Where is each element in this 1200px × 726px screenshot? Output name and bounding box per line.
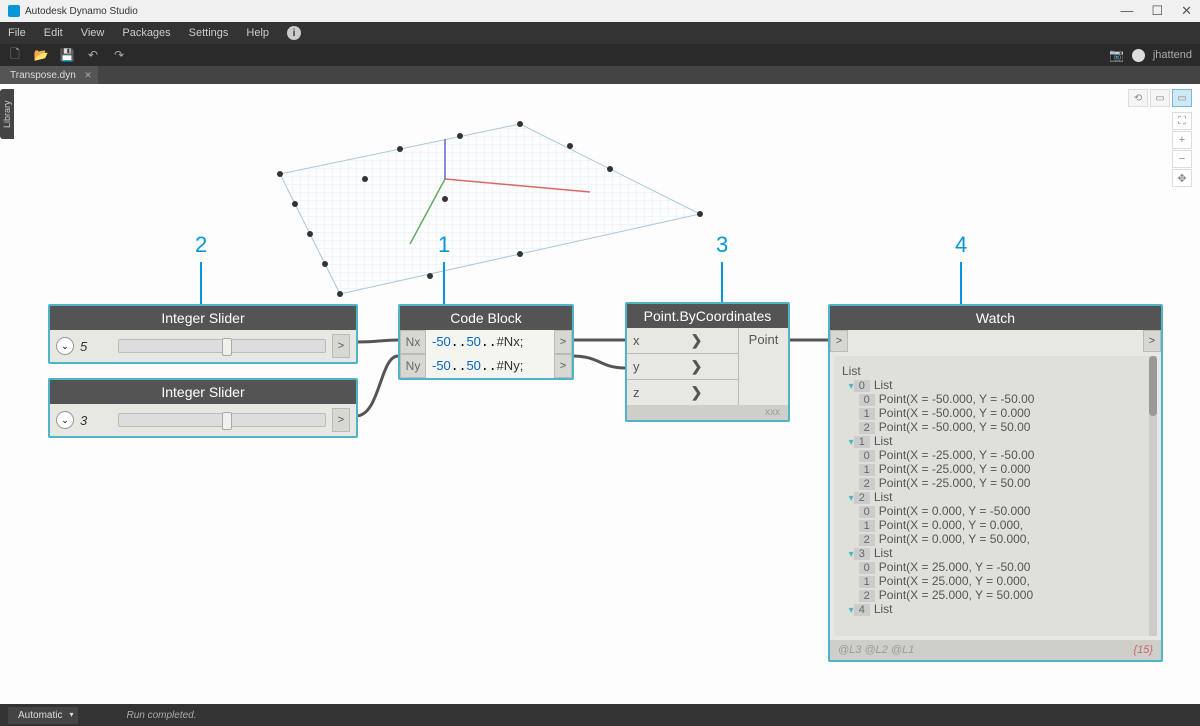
node-header: Point.ByCoordinates [627, 304, 788, 328]
output-port[interactable]: > [1143, 330, 1161, 352]
graph-view-icon[interactable]: ▭ [1150, 89, 1170, 107]
annotation-2: 2 [195, 232, 207, 304]
fit-view-icon[interactable]: ⛶ [1172, 112, 1192, 130]
close-button[interactable]: ✕ [1181, 3, 1192, 19]
input-port-nx[interactable]: Nx [400, 330, 426, 354]
3d-preview-grid [260, 104, 710, 304]
output-port[interactable]: > [554, 354, 572, 378]
menu-settings[interactable]: Settings [189, 27, 229, 39]
pan-icon[interactable]: ✥ [1172, 169, 1192, 187]
viewport-mode-controls: ⟲ ▭ ▭ [1128, 89, 1192, 107]
app-title: Autodesk Dynamo Studio [25, 6, 138, 17]
code-line-1[interactable]: -50..50..#Nx; [426, 330, 554, 354]
annotation-4: 4 [955, 232, 967, 312]
workspace-canvas[interactable]: Library ⟲ ▭ ▭ ⛶ + − ✥ 2 1 3 4 [0, 84, 1200, 704]
watch-output-list[interactable]: List ▾0List 0Point(X = -50.000, Y = -50.… [834, 356, 1157, 636]
annotation-3: 3 [716, 232, 728, 304]
tab-close-icon[interactable]: ✕ [84, 70, 92, 81]
lacing-icon[interactable]: ❯ [655, 328, 738, 353]
menu-packages[interactable]: Packages [122, 27, 170, 39]
lacing-indicator: xxx [627, 405, 788, 420]
node-code-block[interactable]: Code Block Nx -50..50..#Nx; > Ny -50..50… [398, 304, 574, 380]
input-port-ny[interactable]: Ny [400, 354, 426, 378]
zoom-in-icon[interactable]: + [1172, 131, 1192, 149]
status-message: Run completed. [126, 710, 196, 721]
expand-toggle-icon[interactable]: ⌄ [56, 337, 74, 355]
menu-file[interactable]: File [8, 27, 26, 39]
output-port[interactable]: > [554, 330, 572, 354]
link-view-icon[interactable]: ⟲ [1128, 89, 1148, 107]
node-integer-slider-2[interactable]: Integer Slider ⌄ 3 > [48, 378, 358, 438]
toolbar: 🗋 📂 💾 ↶ ↷ 📷 jhattend [0, 44, 1200, 66]
library-label: Library [2, 100, 12, 128]
input-port-y[interactable]: y [627, 355, 655, 378]
output-port-point[interactable]: Point [738, 328, 788, 405]
node-integer-slider-1[interactable]: Integer Slider ⌄ 5 > [48, 304, 358, 364]
undo-icon[interactable]: ↶ [86, 48, 100, 62]
menu-help[interactable]: Help [246, 27, 269, 39]
camera-icon[interactable]: 📷 [1110, 48, 1124, 62]
library-panel-toggle[interactable]: Library [0, 89, 14, 139]
redo-icon[interactable]: ↷ [112, 48, 126, 62]
lacing-icon[interactable]: ❯ [655, 380, 738, 405]
menu-bar: File Edit View Packages Settings Help i [0, 22, 1200, 44]
info-icon[interactable]: i [287, 26, 301, 40]
maximize-button[interactable]: ☐ [1151, 3, 1163, 19]
annotation-1: 1 [438, 232, 450, 304]
watch-count: {15} [1133, 644, 1153, 656]
minimize-button[interactable]: — [1120, 3, 1133, 19]
code-line-2[interactable]: -50..50..#Ny; [426, 354, 554, 378]
node-header: Integer Slider [50, 380, 356, 404]
output-port[interactable]: > [332, 334, 350, 358]
user-avatar-icon[interactable] [1132, 49, 1145, 62]
input-port-z[interactable]: z [627, 381, 655, 404]
menu-edit[interactable]: Edit [44, 27, 63, 39]
open-file-icon[interactable]: 📂 [34, 48, 48, 62]
user-name[interactable]: jhattend [1153, 49, 1192, 61]
node-header: Code Block [400, 306, 572, 330]
zoom-out-icon[interactable]: − [1172, 150, 1192, 168]
node-header: Watch [830, 306, 1161, 330]
document-tab[interactable]: Transpose.dyn ✕ [0, 66, 98, 84]
status-bar: Automatic Run completed. [0, 704, 1200, 726]
slider-value: 3 [80, 413, 112, 428]
expand-toggle-icon[interactable]: ⌄ [56, 411, 74, 429]
node-watch[interactable]: Watch > > List ▾0List 0Point(X = -50.000… [828, 304, 1163, 662]
app-logo-icon [8, 5, 20, 17]
viewport-nav-controls: ⛶ + − ✥ [1172, 112, 1192, 187]
slider-track[interactable] [118, 339, 326, 353]
document-tab-label: Transpose.dyn [10, 70, 76, 81]
input-port[interactable]: > [830, 330, 848, 352]
output-port[interactable]: > [332, 408, 350, 432]
node-point-by-coordinates[interactable]: Point.ByCoordinates x❯ y❯ z❯ Point xxx [625, 302, 790, 422]
menu-view[interactable]: View [81, 27, 105, 39]
slider-value: 5 [80, 339, 112, 354]
scrollbar[interactable] [1149, 356, 1157, 636]
watch-levels: @L3 @L2 @L1 [838, 644, 914, 656]
lacing-icon[interactable]: ❯ [655, 354, 738, 379]
node-header: Integer Slider [50, 306, 356, 330]
input-port-x[interactable]: x [627, 329, 655, 352]
new-file-icon[interactable]: 🗋 [8, 48, 22, 62]
3d-view-icon[interactable]: ▭ [1172, 89, 1192, 107]
title-bar: Autodesk Dynamo Studio — ☐ ✕ [0, 0, 1200, 22]
save-icon[interactable]: 💾 [60, 48, 74, 62]
slider-track[interactable] [118, 413, 326, 427]
run-mode-selector[interactable]: Automatic [8, 707, 78, 724]
document-tab-bar: Transpose.dyn ✕ [0, 66, 1200, 84]
